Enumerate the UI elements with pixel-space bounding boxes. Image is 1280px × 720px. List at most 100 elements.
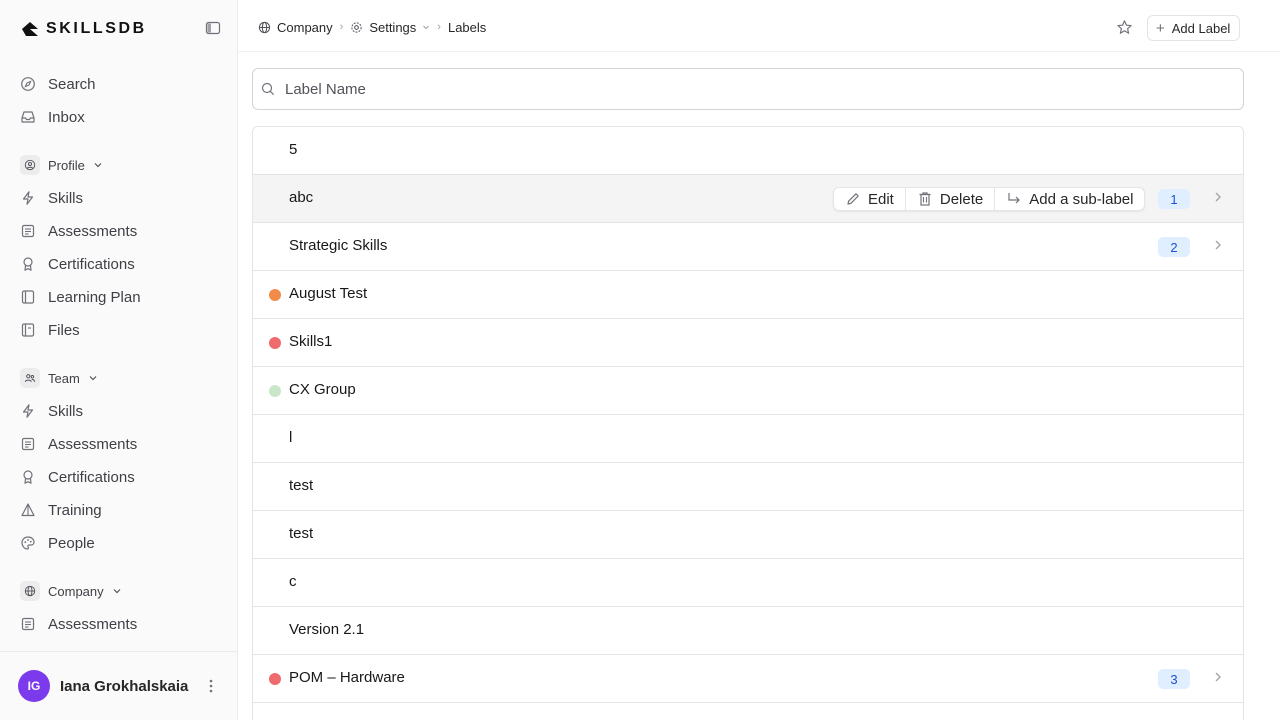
label-name: CX Group [289,381,356,398]
sidebar-item-label: Training [48,501,102,519]
sidebar-section-profile[interactable]: Profile [20,154,103,176]
label-name: abc [289,189,314,206]
sub-label-count-badge: 2 [1158,237,1190,257]
sidebar-item-label: Certifications [48,255,135,273]
label-row[interactable]: POM – Hardware 3 [253,655,1243,703]
breadcrumb-settings[interactable]: Settings [350,20,430,35]
delete-button[interactable]: Delete [904,188,994,210]
chevron-down-icon [113,589,121,594]
label-name: 5 [289,141,298,158]
label-list: 5 abc Edit Delete Add a sub-label 1 Strategic … [252,126,1244,720]
sidebar-item-main-inbox[interactable]: Inbox [20,102,220,132]
add-sub-label-button[interactable]: Add a sub-label [994,188,1144,210]
label-row[interactable]: Version 2.1 [253,607,1243,655]
user-name: Iana Grokhalskaia [60,677,189,695]
top-bar: Company › Settings › Labels + Add Label [238,0,1280,52]
breadcrumb-separator: › [339,21,344,33]
team-icon [20,368,40,388]
sidebar-item-label: People [48,534,95,552]
plus-icon: + [1156,19,1165,37]
award-icon [20,469,36,485]
label-row[interactable]: Strategic Skills 2 [253,223,1243,271]
star-icon[interactable] [1116,19,1133,36]
avatar: IG [18,670,50,702]
compass-icon [20,76,36,92]
label-name: c [289,573,297,590]
sidebar-section-company[interactable]: Company [20,580,122,602]
label-row[interactable]: test [253,463,1243,511]
sidebar-item-main-search[interactable]: Search [20,69,220,99]
breadcrumb-company[interactable]: Company [258,20,333,35]
sidebar-item-label: Assessments [48,435,138,453]
chevron-right-icon[interactable] [1213,191,1223,203]
label-row[interactable]: August Test [253,271,1243,319]
pencil-icon [847,193,859,205]
sidebar-item-team-training[interactable]: Training [20,495,220,525]
triangle-icon [20,502,36,518]
label-name: Strategic Skills [289,237,388,254]
add-label-button[interactable]: + Add Label [1147,15,1240,41]
sidebar-item-profile-assessments[interactable]: Assessments [20,216,220,246]
sidebar-item-label: Certifications [48,468,135,486]
breadcrumb-labels[interactable]: Labels [448,20,486,35]
sidebar-item-team-assessments[interactable]: Assessments [20,429,220,459]
label-color-dot [269,385,281,397]
sidebar-item-team-people[interactable]: People [20,528,220,558]
sidebar: SKILLSDB Search Inbox Profile Skills Assessm… [0,0,238,720]
sidebar-item-label: Search [48,75,96,93]
sidebar-item-label: Inbox [48,108,85,126]
edit-button[interactable]: Edit [834,188,905,210]
sidebar-item-label: Files [48,321,80,339]
logo-icon [22,22,38,36]
label-color-dot [269,673,281,685]
label-name: August Test [289,285,368,302]
label-row[interactable]: l [253,415,1243,463]
row-actions: Edit Delete Add a sub-label [833,187,1146,211]
trash-icon [919,192,931,206]
chevron-right-icon[interactable] [1213,671,1223,683]
sidebar-item-team-certifications[interactable]: Certifications [20,462,220,492]
label-name: Skills1 [289,333,333,350]
sidebar-item-profile-files[interactable]: Files [20,315,220,345]
sidebar-section-team[interactable]: Team [20,367,98,389]
breadcrumb-separator: › [437,21,441,33]
label-row[interactable]: Skills1 [253,319,1243,367]
user-icon [20,155,40,175]
section-label: Profile [48,157,85,173]
user-profile[interactable]: IG Iana Grokhalskaia [0,651,237,720]
sidebar-item-company-assessments[interactable]: Assessments [20,609,220,639]
more-vertical-icon[interactable] [204,678,218,694]
label-row[interactable]: abc Edit Delete Add a sub-label 1 [253,175,1243,223]
label-row[interactable]: CX Group [253,367,1243,415]
label-name: POM – Hardware [289,669,405,686]
sidebar-item-profile-skills[interactable]: Skills [20,183,220,213]
sidebar-item-label: Assessments [48,615,138,633]
search-input[interactable] [285,80,1185,98]
label-color-dot [269,337,281,349]
assessment-icon [20,616,36,632]
sidebar-toggle-icon[interactable] [205,20,221,36]
bolt-icon [20,403,36,419]
label-row[interactable]: 5 [253,127,1243,175]
label-name: test [289,525,314,542]
logo-text: SKILLSDB [46,20,147,37]
label-search [252,68,1244,110]
corner-down-right-icon [1008,193,1021,204]
globe-icon [20,581,40,601]
sidebar-item-profile-certifications[interactable]: Certifications [20,249,220,279]
globe-icon [258,21,271,33]
brand-logo[interactable]: SKILLSDB [20,18,220,40]
sidebar-item-label: Assessments [48,222,138,240]
sidebar-item-team-skills[interactable]: Skills [20,396,220,426]
book-icon [20,289,36,305]
label-row[interactable]: test [253,511,1243,559]
sidebar-item-profile-learning-plan[interactable]: Learning Plan [20,282,220,312]
label-row[interactable]: c [253,559,1243,607]
sidebar-item-label: Skills [48,189,84,207]
chevron-down-icon [423,25,430,30]
sidebar-item-label: Skills [48,402,84,420]
chevron-right-icon[interactable] [1213,239,1223,251]
chevron-down-icon [94,163,102,168]
gear-icon [351,21,362,33]
sub-label-count-badge: 1 [1158,189,1190,209]
